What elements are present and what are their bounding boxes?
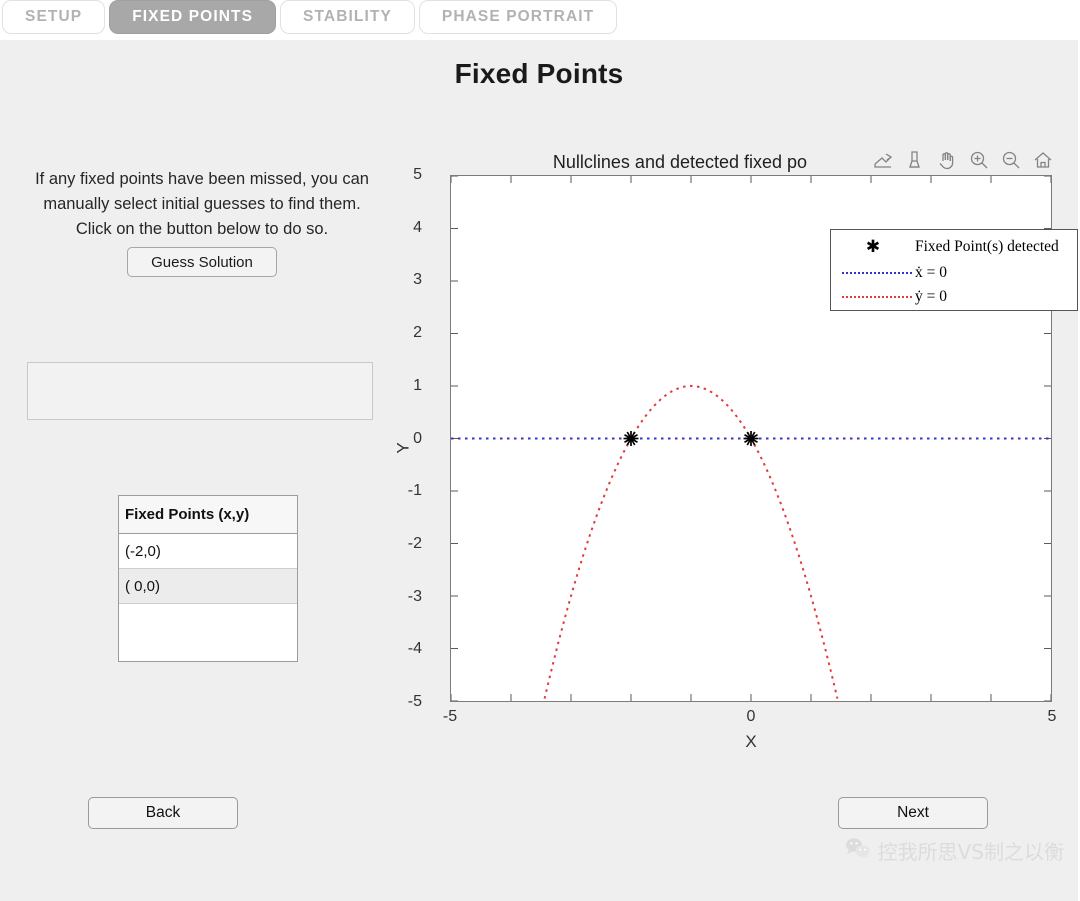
tab-setup[interactable]: SETUP xyxy=(2,0,105,34)
guess-solution-button[interactable]: Guess Solution xyxy=(127,247,277,277)
tab-stability[interactable]: STABILITY xyxy=(280,0,415,34)
y-tick-label: -2 xyxy=(382,535,422,553)
legend-entry-x-nullcline: ẋ = 0 xyxy=(831,260,1079,286)
chart-container: Nullclines and detected fixed po xyxy=(410,140,1070,765)
y-tick-label: 4 xyxy=(382,219,422,237)
x-tick-label: 0 xyxy=(726,708,776,726)
next-button[interactable]: Next xyxy=(838,797,988,829)
pan-hand-icon[interactable] xyxy=(932,145,962,175)
y-tick-label: 1 xyxy=(382,377,422,395)
watermark-text: 控我所思VS制之以衡 xyxy=(878,836,1064,865)
tab-fixed-points-label: FIXED POINTS xyxy=(132,8,253,26)
tab-setup-label: SETUP xyxy=(25,8,82,26)
y-tick-label: 3 xyxy=(382,271,422,289)
fixed-points-table[interactable]: Fixed Points (x,y) (-2,0) ( 0,0) xyxy=(118,495,298,662)
x-tick-label: -5 xyxy=(425,708,475,726)
fixed-points-table-header: Fixed Points (x,y) xyxy=(119,496,297,534)
wechat-icon xyxy=(845,837,871,864)
red-dotted-line-icon xyxy=(831,296,915,298)
asterisk-marker-icon: ✱ xyxy=(831,237,915,257)
message-output-box[interactable] xyxy=(27,362,373,420)
table-row[interactable]: (-2,0) xyxy=(119,534,297,569)
table-row[interactable] xyxy=(119,604,297,661)
y-tick-label: 2 xyxy=(382,324,422,342)
export-icon[interactable] xyxy=(868,145,898,175)
blue-dotted-line-icon xyxy=(831,272,915,274)
zoom-out-icon[interactable] xyxy=(996,145,1026,175)
tab-phase-portrait-label: PHASE PORTRAIT xyxy=(442,8,594,26)
y-tick-label: -4 xyxy=(382,640,422,658)
application-window: SETUP FIXED POINTS STABILITY PHASE PORTR… xyxy=(0,0,1080,901)
back-button[interactable]: Back xyxy=(88,797,238,829)
tab-fixed-points[interactable]: FIXED POINTS xyxy=(109,0,276,34)
y-tick-label: -3 xyxy=(382,588,422,606)
table-row[interactable]: ( 0,0) xyxy=(119,569,297,604)
y-nullcline-curve xyxy=(545,386,838,699)
legend-entry-fixed-points: ✱ Fixed Point(s) detected xyxy=(831,234,1079,260)
plot-area[interactable]: ✱ Fixed Point(s) detected ẋ = 0 ẏ = 0 xyxy=(450,175,1052,702)
legend-entry-y-nullcline: ẏ = 0 xyxy=(831,284,1079,310)
zoom-in-icon[interactable] xyxy=(964,145,994,175)
home-icon[interactable] xyxy=(1028,145,1058,175)
tab-phase-portrait[interactable]: PHASE PORTRAIT xyxy=(419,0,617,34)
instruction-text: If any fixed points have been missed, yo… xyxy=(28,167,376,242)
x-axis-label: X xyxy=(410,732,1080,752)
page-title: Fixed Points xyxy=(0,58,1078,90)
chart-toolbar xyxy=(868,145,1058,175)
tab-bar-divider xyxy=(0,38,1080,40)
y-tick-label: 5 xyxy=(382,166,422,184)
chart-legend: ✱ Fixed Point(s) detected ẋ = 0 ẏ = 0 xyxy=(830,229,1078,311)
y-axis-label: Y xyxy=(394,442,414,453)
y-tick-label: -1 xyxy=(382,482,422,500)
brush-icon[interactable] xyxy=(900,145,930,175)
legend-label: ẏ = 0 xyxy=(915,288,947,306)
y-tick-label: -5 xyxy=(382,693,422,711)
tab-bar: SETUP FIXED POINTS STABILITY PHASE PORTR… xyxy=(0,0,1080,40)
legend-label: Fixed Point(s) detected xyxy=(915,238,1059,256)
watermark: 控我所思VS制之以衡 xyxy=(845,836,1064,865)
x-tick-label: 5 xyxy=(1027,708,1077,726)
tab-stability-label: STABILITY xyxy=(303,8,392,26)
legend-label: ẋ = 0 xyxy=(915,264,947,282)
